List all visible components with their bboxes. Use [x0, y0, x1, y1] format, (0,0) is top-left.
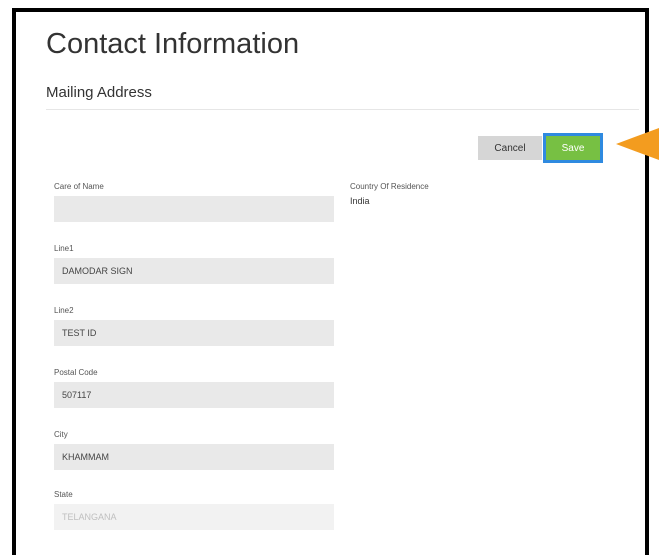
state-field: TELANGANA	[54, 504, 334, 530]
postal-code-label: Postal Code	[54, 368, 98, 377]
care-of-name-label: Care of Name	[54, 182, 104, 191]
save-button[interactable]: Save	[546, 136, 600, 160]
section-divider	[46, 109, 639, 110]
state-label: State	[54, 490, 73, 499]
line1-label: Line1	[54, 244, 74, 253]
page-title: Contact Information	[46, 28, 300, 60]
line2-field[interactable]: TEST ID	[54, 320, 334, 346]
care-of-name-field[interactable]	[54, 196, 334, 222]
line2-label: Line2	[54, 306, 74, 315]
pointer-arrow-icon	[616, 128, 659, 160]
cancel-button[interactable]: Cancel	[478, 136, 542, 160]
country-of-residence-value: India	[350, 196, 370, 206]
line1-field[interactable]: DAMODAR SIGN	[54, 258, 334, 284]
section-title: Mailing Address	[46, 84, 152, 101]
city-label: City	[54, 430, 68, 439]
screenshot-frame: Contact Information Mailing Address Canc…	[12, 8, 649, 555]
postal-code-field[interactable]: 507117	[54, 382, 334, 408]
country-of-residence-label: Country Of Residence	[350, 182, 429, 191]
city-field[interactable]: KHAMMAM	[54, 444, 334, 470]
